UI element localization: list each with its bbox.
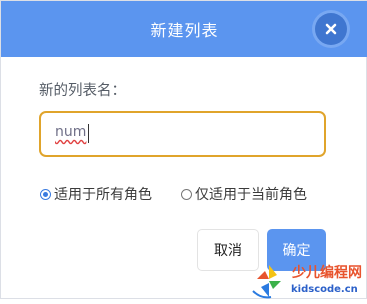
colorful-pinwheel-icon <box>252 265 281 299</box>
scope-this-sprite-option[interactable]: 仅适用于当前角色 <box>181 183 307 205</box>
dialog-header: 新建列表 <box>1 1 367 57</box>
close-icon <box>325 23 337 35</box>
text-caret <box>88 124 89 143</box>
scope-all-sprites-option[interactable]: 适用于所有角色 <box>40 183 152 205</box>
scope-this-sprite-label: 仅适用于当前角色 <box>195 187 307 203</box>
new-list-dialog: 新建列表 新的列表名： num 适用于所有角色 仅适用于当前角色 取消 确定 少… <box>0 0 367 299</box>
close-button[interactable] <box>315 13 347 45</box>
list-name-value: num <box>55 124 87 140</box>
scope-all-sprites-label: 适用于所有角色 <box>54 187 152 203</box>
radio-selected-icon[interactable] <box>40 188 51 200</box>
watermark-url: kidscode.cn <box>291 284 358 295</box>
list-name-label: 新的列表名： <box>39 83 126 99</box>
watermark-brand: 少儿编程网 <box>292 265 362 281</box>
watermark-logo: 少儿编程网 kidscode.cn <box>247 259 367 300</box>
radio-unselected-icon[interactable] <box>181 188 192 200</box>
list-name-input[interactable]: num <box>39 111 326 157</box>
dialog-title: 新建列表 <box>150 21 219 40</box>
